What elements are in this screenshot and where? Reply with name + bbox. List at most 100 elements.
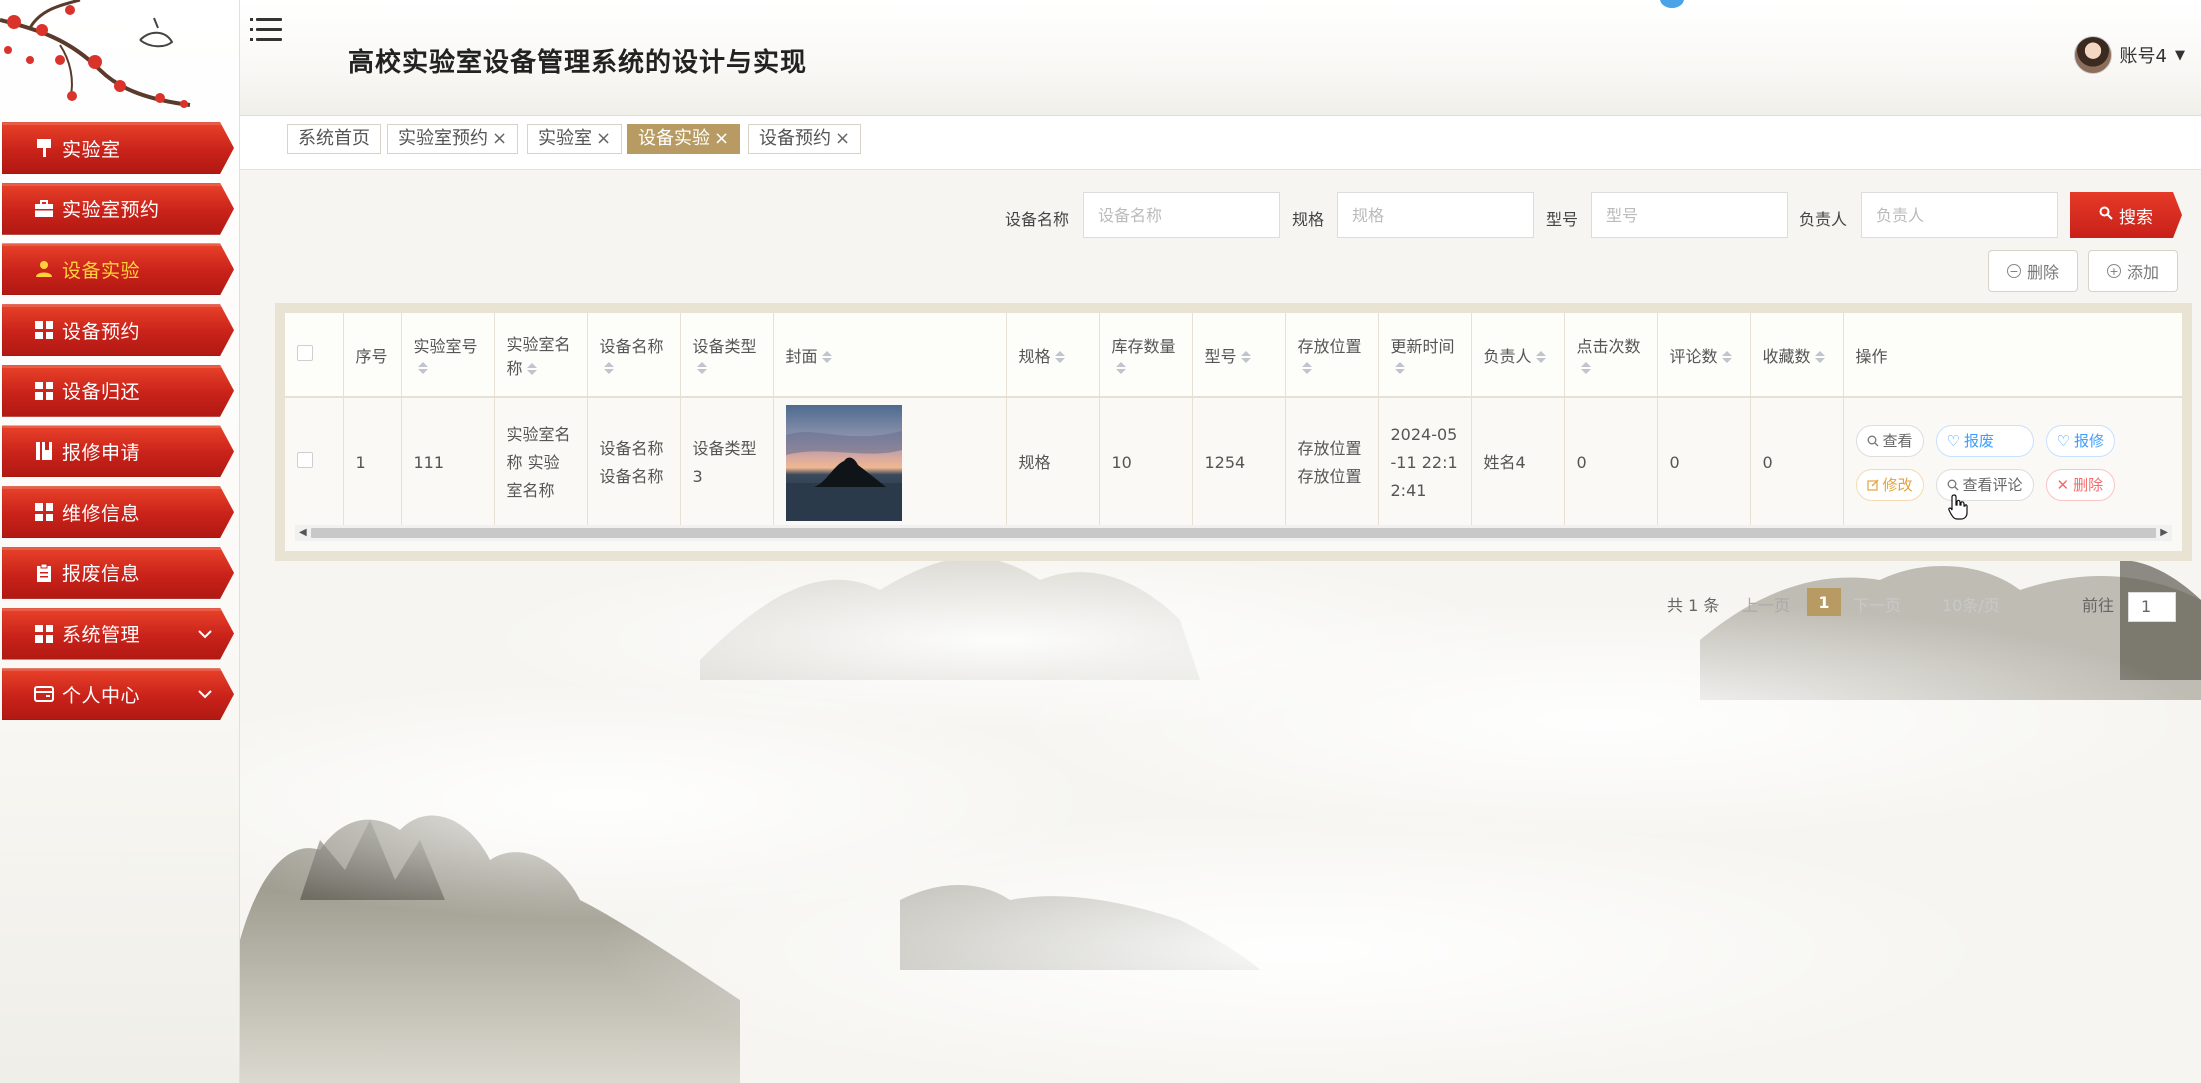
sidebar-item-repair-request[interactable]: 报修申请: [2, 425, 234, 478]
close-icon[interactable]: ×: [492, 125, 507, 153]
cell-lab-name: 实验室名称 实验室名称: [494, 397, 588, 527]
menu-toggle-icon[interactable]: [250, 14, 282, 44]
search-form: 设备名称 规格 型号 负责人 搜索: [0, 192, 2201, 238]
goto-page-input[interactable]: 1: [2128, 592, 2176, 622]
sort-icon[interactable]: [603, 361, 614, 375]
column-header[interactable]: 实验室名称: [494, 313, 588, 398]
model-label: 型号: [1546, 210, 1579, 229]
sort-icon[interactable]: [1721, 350, 1732, 364]
sort-icon[interactable]: [1814, 350, 1825, 364]
cell-favorites: 0: [1750, 397, 1844, 527]
view-button[interactable]: 查看: [1855, 424, 1924, 457]
cell-model: 1254: [1192, 397, 1286, 527]
column-header: 序号: [343, 313, 402, 398]
tag-device-booking[interactable]: 设备预约 ×: [748, 124, 862, 154]
select-all-cell: [285, 313, 344, 398]
repair-button[interactable]: ♡ 报修: [2045, 424, 2115, 457]
page-size-select[interactable]: 10条/页: [1942, 592, 2000, 616]
device-name-input[interactable]: [1083, 192, 1280, 238]
sidebar-item-device-return[interactable]: 设备归还: [2, 364, 234, 417]
row-select-cell: [285, 397, 344, 527]
tag-lab-booking[interactable]: 实验室预约 ×: [387, 124, 519, 154]
table-header-row: 序号 实验室号 实验室名称 设备名称 设备类型 封面 规格 库存数量 型号 存放…: [285, 313, 2182, 398]
close-icon[interactable]: ×: [596, 125, 611, 153]
column-header[interactable]: 收藏数: [1750, 313, 1844, 398]
data-table-container: 序号 实验室号 实验室名称 设备名称 设备类型 封面 规格 库存数量 型号 存放…: [275, 303, 2192, 561]
row-delete-button[interactable]: ✕ 删除: [2045, 468, 2115, 501]
page-number-current[interactable]: 1: [1807, 588, 1841, 616]
tag-label: 设备实验: [638, 128, 710, 149]
sort-icon[interactable]: [1240, 350, 1251, 364]
cell-updated: 2024-05-11 22:12:41: [1378, 397, 1472, 527]
sidebar-item-label: 个人中心: [62, 684, 141, 707]
sort-icon[interactable]: [1394, 361, 1405, 375]
tag-device-experiment[interactable]: 设备实验 ×: [627, 124, 741, 154]
column-header[interactable]: 点击次数: [1564, 313, 1658, 398]
prev-page-button[interactable]: 上一页: [1742, 592, 1790, 616]
cell-stock: 10: [1099, 397, 1193, 527]
delete-button[interactable]: − 删除: [1988, 250, 2078, 292]
pagination: 共 1 条 上一页 1 下一页 10条/页 前往 1: [0, 588, 2201, 622]
column-header[interactable]: 规格: [1006, 313, 1100, 398]
search-button[interactable]: 搜索: [2070, 192, 2182, 238]
scrap-button[interactable]: ♡ 报废: [1935, 424, 2034, 457]
sort-icon[interactable]: [417, 361, 428, 375]
search-icon: [2099, 205, 2113, 225]
sidebar: 实验室 实验室预约 设备实验 设备预约 设备归还 报修申请 维修信息 报废信息 …: [0, 0, 240, 1083]
sidebar-item-lab[interactable]: 实验室: [2, 122, 234, 174]
model-input[interactable]: [1591, 192, 1788, 238]
sort-icon[interactable]: [1301, 361, 1312, 375]
spec-input[interactable]: [1337, 192, 1534, 238]
sidebar-item-label: 维修信息: [62, 502, 141, 525]
avatar: [2073, 36, 2112, 74]
add-button[interactable]: + 添加: [2088, 250, 2178, 292]
sidebar-item-device-experiment[interactable]: 设备实验: [2, 243, 234, 296]
edit-button[interactable]: 修改: [1855, 468, 1924, 501]
column-header[interactable]: 负责人: [1471, 313, 1565, 398]
column-header[interactable]: 更新时间: [1378, 313, 1472, 398]
device-name-label: 设备名称: [1005, 210, 1070, 229]
sort-icon[interactable]: [526, 362, 537, 376]
column-header[interactable]: 设备类型: [680, 313, 774, 398]
tag-home[interactable]: 系统首页: [287, 124, 381, 154]
close-icon[interactable]: ×: [835, 125, 850, 153]
sidebar-item-personal-center[interactable]: 个人中心: [2, 668, 234, 721]
plum-blossom-decoration: [0, 0, 191, 108]
horizontal-scrollbar[interactable]: ◀ ▶: [295, 525, 2172, 541]
row-checkbox[interactable]: [297, 451, 313, 468]
sort-icon[interactable]: [1054, 350, 1065, 364]
column-header[interactable]: 型号: [1192, 313, 1286, 398]
sidebar-item-label: 设备归还: [62, 381, 141, 404]
hand-cursor-icon: [1948, 494, 1968, 520]
scroll-left-arrow-icon[interactable]: ◀: [299, 525, 307, 541]
sort-icon[interactable]: [1115, 361, 1126, 375]
select-all-checkbox[interactable]: [297, 344, 313, 361]
sidebar-item-device-booking[interactable]: 设备预约: [2, 304, 234, 357]
cover-image[interactable]: [785, 404, 902, 521]
sort-icon[interactable]: [821, 350, 832, 364]
column-header[interactable]: 封面: [773, 313, 1007, 398]
heart-icon: ♡: [1946, 431, 1960, 450]
user-name: 账号4: [2119, 46, 2167, 67]
owner-input[interactable]: [1861, 192, 2058, 238]
scroll-right-arrow-icon[interactable]: ▶: [2160, 525, 2168, 541]
sort-icon[interactable]: [1535, 350, 1546, 364]
tag-lab[interactable]: 实验室 ×: [527, 124, 623, 154]
sidebar-item-label: 报废信息: [62, 563, 141, 586]
close-icon[interactable]: ×: [714, 125, 729, 153]
sort-icon[interactable]: [1580, 361, 1591, 375]
scrollbar-thumb[interactable]: [311, 528, 2156, 538]
sidebar-item-maintenance[interactable]: 维修信息: [2, 486, 234, 539]
column-header[interactable]: 评论数: [1657, 313, 1751, 398]
column-header[interactable]: 实验室号: [401, 313, 495, 398]
heart-icon: ♡: [2056, 431, 2070, 450]
tag-label: 实验室: [538, 128, 592, 149]
next-page-button[interactable]: 下一页: [1853, 592, 1901, 616]
column-header[interactable]: 存放位置: [1285, 313, 1379, 398]
cell-index: 1: [343, 397, 402, 527]
tags-view-bar: 系统首页 实验室预约 × 实验室 × 设备实验 × 设备预约 ×: [240, 116, 2201, 170]
column-header[interactable]: 库存数量: [1099, 313, 1193, 398]
sort-icon[interactable]: [696, 361, 707, 375]
user-menu[interactable]: 账号4 ▼: [2073, 36, 2185, 74]
column-header[interactable]: 设备名称: [587, 313, 681, 398]
